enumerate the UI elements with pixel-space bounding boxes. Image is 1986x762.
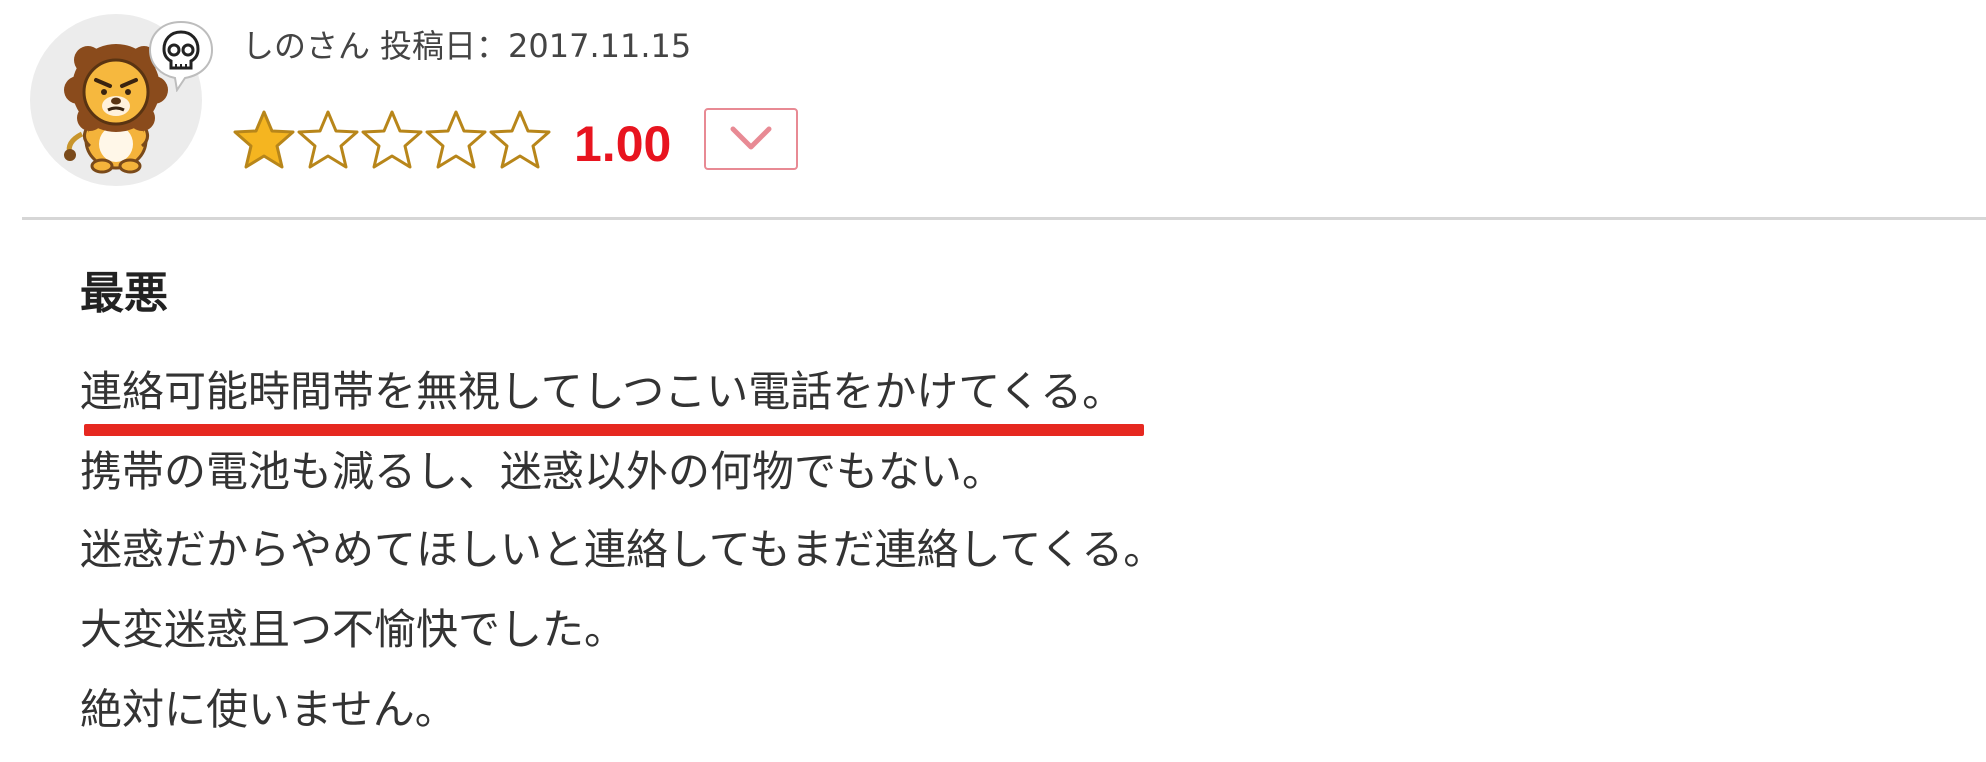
skull-icon <box>144 18 218 93</box>
post-date: 投稿日：2017.11.15 <box>380 27 692 65</box>
review-title: 最悪 <box>80 268 168 319</box>
rating-score: 1.00 <box>574 116 672 172</box>
expand-toggle-button[interactable] <box>704 108 798 170</box>
review-body-line: 携帯の電池も減るし、迷惑以外の何物でもない。 <box>80 447 1005 496</box>
review-body-line: 絶対に使いません。 <box>80 685 457 734</box>
highlight-underline <box>84 424 1144 436</box>
star-empty-icon <box>297 110 359 169</box>
review-meta: しのさん 投稿日：2017.11.15 <box>242 24 691 68</box>
star-filled-icon <box>233 110 295 169</box>
star-empty-icon <box>361 110 423 169</box>
review-header: しのさん 投稿日：2017.11.15 1.00 <box>0 0 1986 222</box>
review-body-line: 大変迷惑且つ不愉快でした。 <box>80 605 627 654</box>
star-empty-icon <box>489 110 551 169</box>
review-body-line: 迷惑だからやめてほしいと連絡してもまだ連絡してくる。 <box>80 525 1166 574</box>
header-divider <box>22 217 1986 220</box>
reviewer-avatar <box>30 14 214 186</box>
star-empty-icon <box>425 110 487 169</box>
star-rating <box>232 106 552 178</box>
chevron-down-icon <box>730 126 772 150</box>
reviewer-name: しのさん <box>242 27 371 65</box>
review-body-line: 連絡可能時間帯を無視してしつこい電話をかけてくる。 <box>80 367 1125 416</box>
